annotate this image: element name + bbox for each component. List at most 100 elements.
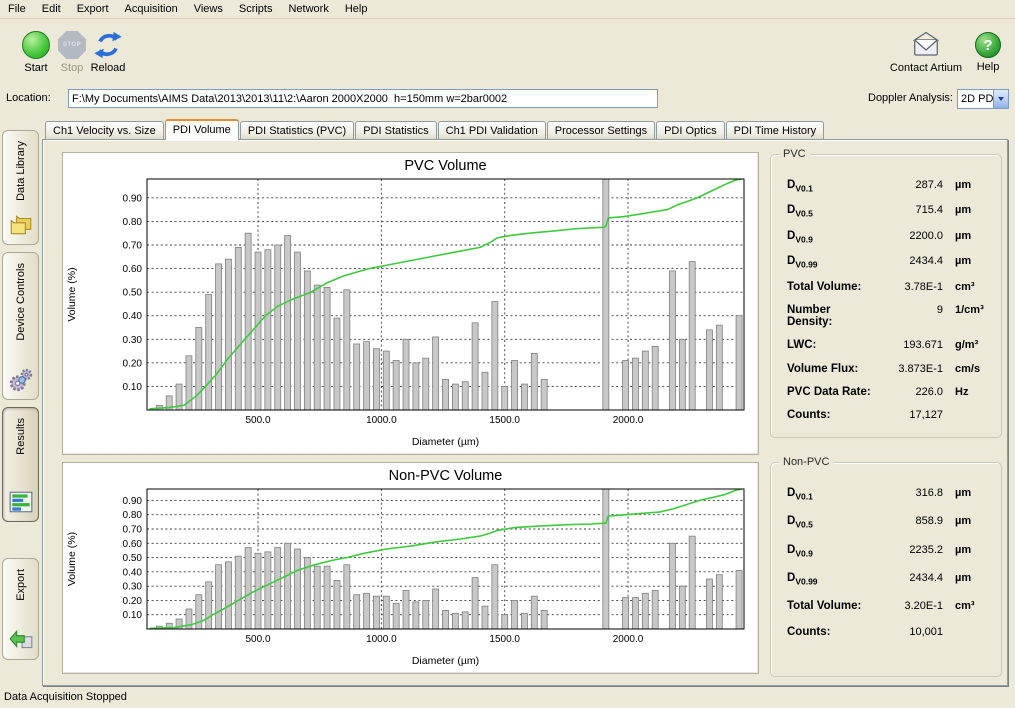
location-input[interactable] [68,89,658,108]
stat-row: DV0.1316.8µm [771,487,1001,501]
stat-row: LWC:193.671g/m³ [771,339,1001,351]
tab-pdi-volume[interactable]: PDI Volume [165,119,239,140]
stat-value: 10,001 [875,626,943,638]
svg-text:1000.0: 1000.0 [366,634,397,645]
stat-row: PVC Data Rate:226.0Hz [771,386,1001,398]
stat-value: 17,127 [875,409,943,421]
nonpvc-stats-groupbox: Non-PVC DV0.1316.8µmDV0.5858.9µmDV0.9223… [770,462,1002,677]
stat-value: 316.8 [875,487,943,499]
sidebar-item-data-library[interactable]: Data Library [2,130,39,245]
svg-text:Volume (%): Volume (%) [66,267,78,321]
menu-item-file[interactable]: File [0,1,34,17]
stat-label: DV0.1 [787,487,875,501]
svg-text:500.0: 500.0 [245,415,270,426]
svg-text:0.40: 0.40 [123,311,143,322]
stat-value: 193.671 [875,339,943,351]
pvc-volume-chart: PVC Volume0.100.200.300.400.500.600.700.… [62,152,759,455]
sidebar-item-label: Device Controls [15,263,27,341]
svg-text:2000.0: 2000.0 [613,415,644,426]
stat-label: DV0.9 [787,544,875,558]
stat-value: 2235.2 [875,544,943,556]
svg-text:2000.0: 2000.0 [613,634,644,645]
contact-artium-label: Contact Artium [880,62,972,74]
menu-item-export[interactable]: Export [69,1,117,17]
sidebar-item-device-controls[interactable]: Device Controls [2,252,39,400]
nonpvc-volume-chart: Non-PVC Volume0.100.200.300.400.500.600.… [62,462,759,674]
results-content-area: PVC Volume 0.10 0.20 0.30 0.40 0.50 0.60 0.70 0.… [42,139,1008,686]
menu-item-network[interactable]: Network [280,1,336,17]
tab-pdi-statistics[interactable]: PDI Statistics [355,121,436,140]
svg-text:0.60: 0.60 [123,264,143,275]
stat-unit: µm [943,179,991,191]
help-label: Help [966,61,1010,73]
stat-unit: cm³ [943,281,991,293]
export-arrow-icon [8,627,34,653]
stat-unit: g/m³ [943,339,991,351]
stat-row: DV0.992434.4µm [771,572,1001,586]
menu-item-help[interactable]: Help [337,1,376,17]
doppler-analysis-select[interactable]: 2D PDI [957,89,1009,109]
help-icon: ? [975,32,1001,58]
doppler-analysis-value: 2D PDI [958,93,993,105]
stat-label: Counts: [787,626,875,638]
svg-text:Volume (%): Volume (%) [66,532,78,586]
tab-ch1-velocity-vs-size[interactable]: Ch1 Velocity vs. Size [45,121,164,140]
stat-unit: µm [943,487,991,499]
reload-label: Reload [76,62,140,74]
menu-item-acquisition[interactable]: Acquisition [117,1,186,17]
folders-icon [8,212,34,238]
svg-text:0.90: 0.90 [123,496,143,507]
stat-row: Total Volume:3.78E-1cm³ [771,281,1001,293]
stat-value: 287.4 [875,179,943,191]
stat-unit: µm [943,204,991,216]
results-chart-icon [8,489,34,515]
stat-unit: µm [943,255,991,267]
sidebar-item-export[interactable]: Export [2,558,39,660]
svg-text:0.50: 0.50 [123,553,143,564]
stat-unit: µm [943,572,991,584]
svg-text:PVC Volume: PVC Volume [404,158,486,174]
reload-icon [93,30,123,60]
svg-text:500.0: 500.0 [245,634,270,645]
stat-label: DV0.99 [787,572,875,586]
stat-row: DV0.1287.4µm [771,179,1001,193]
tab-strip: Ch1 Velocity vs. SizePDI VolumePDI Stati… [45,119,825,140]
stat-label: Total Volume: [787,600,875,612]
stat-value: 3.20E-1 [875,600,943,612]
stat-row: DV0.92200.0µm [771,230,1001,244]
tab-ch1-pdi-validation[interactable]: Ch1 PDI Validation [438,121,546,140]
svg-text:1500.0: 1500.0 [489,415,520,426]
stat-value: 858.9 [875,515,943,527]
stat-label: DV0.99 [787,255,875,269]
menu-item-edit[interactable]: Edit [34,1,69,17]
menu-item-views[interactable]: Views [186,1,231,17]
stat-row: Counts:10,001 [771,626,1001,638]
stat-unit: cm³ [943,600,991,612]
tab-pdi-statistics-pvc-[interactable]: PDI Statistics (PVC) [240,121,354,140]
svg-text:0.70: 0.70 [123,241,143,252]
tab-pdi-time-history[interactable]: PDI Time History [726,121,825,140]
svg-text:0.30: 0.30 [123,335,143,346]
menu-item-scripts[interactable]: Scripts [231,1,281,17]
svg-text:Diameter (µm): Diameter (µm) [412,655,479,667]
svg-text:0.40: 0.40 [123,567,143,578]
sidebar-item-results[interactable]: Results [2,407,39,522]
tab-processor-settings[interactable]: Processor Settings [547,121,655,140]
svg-text:1500.0: 1500.0 [489,634,520,645]
sidebar-item-label: Data Library [15,141,27,201]
stat-label: DV0.5 [787,204,875,218]
envelope-icon [911,30,941,60]
svg-text:0.80: 0.80 [123,217,143,228]
stat-label: Volume Flux: [787,363,875,375]
tab-pdi-optics[interactable]: PDI Optics [656,121,725,140]
svg-text:0.20: 0.20 [123,596,143,607]
svg-text:0.10: 0.10 [123,610,143,621]
chevron-down-icon[interactable] [993,90,1008,108]
stat-row: DV0.5715.4µm [771,204,1001,218]
gears-icon [8,367,34,393]
reload-button[interactable]: Reload [76,28,140,74]
chart-svg: PVC Volume0.100.200.300.400.500.600.700.… [63,153,758,454]
help-button[interactable]: ? Help [966,28,1010,73]
contact-artium-button[interactable]: Contact Artium [880,28,972,74]
stat-value: 3.78E-1 [875,281,943,293]
